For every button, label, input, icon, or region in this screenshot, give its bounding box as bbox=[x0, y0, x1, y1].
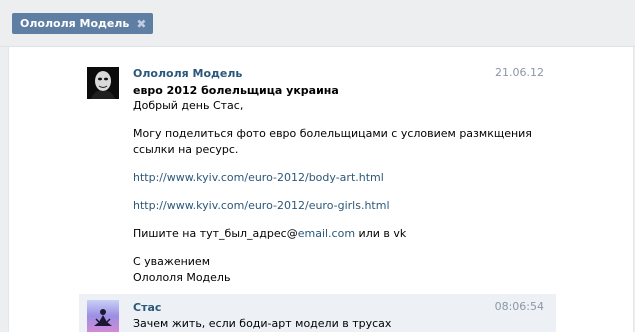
message-item-highlighted[interactable]: 08:06:54 Стас Зачем жить, если боди-арт … bbox=[79, 294, 556, 332]
email-link[interactable]: email.com bbox=[298, 227, 355, 240]
signature-text: Олололя Модель bbox=[133, 271, 231, 284]
contact-prefix: Пишите на тут_был_адрес@ bbox=[133, 227, 298, 240]
top-bar: Олололя Модель ✖ bbox=[0, 0, 635, 46]
message-body-line: ссылки на ресурс. bbox=[133, 143, 239, 156]
message-item: 21.06.12 Олололя Модель евро 2012 болель… bbox=[79, 59, 556, 291]
message-greeting: Добрый день Стас, bbox=[133, 99, 244, 112]
message-body-line: Могу поделиться фото евро болельщицами с… bbox=[133, 127, 532, 140]
contact-suffix: или в vk bbox=[355, 227, 407, 240]
message-content: Олололя Модель евро 2012 болельщица укра… bbox=[133, 66, 546, 286]
avatar[interactable] bbox=[87, 300, 119, 332]
message-link[interactable]: http://www.kyiv.com/euro-2012/body-art.h… bbox=[133, 171, 384, 184]
close-icon[interactable]: ✖ bbox=[136, 18, 146, 30]
recipient-chip-label: Олололя Модель bbox=[20, 17, 130, 30]
author-name[interactable]: Олололя Модель bbox=[133, 66, 546, 81]
avatar[interactable] bbox=[87, 67, 119, 99]
message-content: Стас Зачем жить, если боди-арт модели в … bbox=[133, 300, 546, 332]
message-text: Зачем жить, если боди-арт модели в труса… bbox=[133, 317, 392, 330]
message-subject: евро 2012 болельщица украина bbox=[133, 84, 339, 97]
recipient-chip[interactable]: Олололя Модель ✖ bbox=[12, 13, 154, 34]
meditation-silhouette-avatar-icon bbox=[87, 300, 119, 332]
message-link[interactable]: http://www.kyiv.com/euro-2012/euro-girls… bbox=[133, 199, 390, 212]
dark-masked-face-avatar-icon bbox=[87, 67, 119, 99]
contact-line: Пишите на тут_был_адрес@email.com или в … bbox=[133, 226, 546, 242]
author-name[interactable]: Стас bbox=[133, 300, 546, 315]
closing-text: С уважением bbox=[133, 255, 210, 268]
